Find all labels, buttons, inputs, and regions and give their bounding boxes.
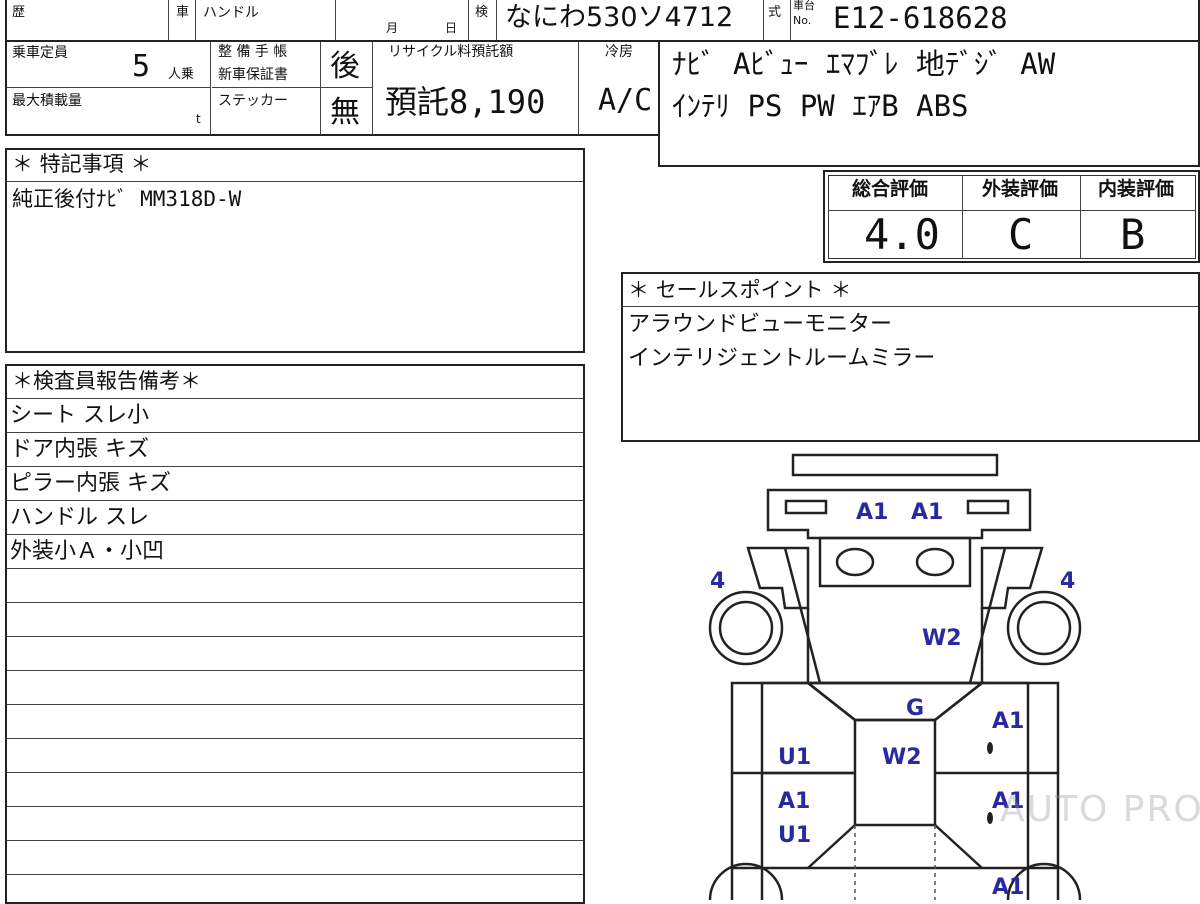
special-notes-line: 純正後付ﾅﾋﾞ MM318D-W bbox=[12, 187, 242, 211]
mark-front-bumper-right: A1 bbox=[911, 500, 943, 525]
max-load-label: 最大積載量 bbox=[12, 93, 82, 109]
report-row: ドア内張 キズ bbox=[10, 437, 149, 462]
maintenance-label-2: 新車保証書 bbox=[218, 67, 288, 83]
equipment-line-1: ﾅﾋﾞ Aﾋﾞｭｰ ｴﾏﾌﾞﾚ 地ﾃﾞｼﾞ AW bbox=[672, 47, 1056, 81]
equipment-line-2: ｲﾝﾃﾘ PS PW ｴｱB ABS bbox=[672, 89, 969, 123]
report-rule-line bbox=[7, 704, 583, 705]
interior-value: B bbox=[1120, 210, 1146, 259]
plate-number: なにわ530ソ4712 bbox=[505, 2, 734, 33]
report-rule-line bbox=[7, 806, 583, 807]
report-rule-line bbox=[7, 534, 583, 535]
mark-right-rear-fender: A1 bbox=[992, 875, 1024, 900]
report-rule-line bbox=[7, 466, 583, 467]
month-label: 月 bbox=[386, 21, 399, 35]
car-label: 車 bbox=[176, 5, 190, 20]
report-rule-line bbox=[7, 670, 583, 671]
report-rule-line bbox=[7, 840, 583, 841]
chassis-label-no: No. bbox=[793, 14, 812, 27]
sticker-value: 無 bbox=[330, 95, 360, 130]
watermark: AUTO PRO bbox=[1000, 789, 1200, 830]
cooler-value: A/C bbox=[598, 83, 653, 118]
report-rule-line bbox=[7, 500, 583, 501]
mark-hood: G bbox=[906, 696, 924, 721]
report-row: シート スレ小 bbox=[10, 403, 149, 428]
history-label: 歴 bbox=[12, 5, 26, 20]
maintenance-label-1: 整 備 手 帳 bbox=[218, 44, 288, 60]
mark-left-front-door: U1 bbox=[778, 745, 811, 770]
report-rule-line bbox=[7, 602, 583, 603]
mark-left-rear-door-2: U1 bbox=[778, 823, 811, 848]
mark-front-left-wheel: 4 bbox=[710, 569, 725, 594]
report-row: ピラー内張 キズ bbox=[10, 471, 171, 496]
chassis-label-top: 車台 bbox=[793, 0, 815, 12]
recycle-label: リサイクル料預託額 bbox=[388, 44, 514, 60]
mark-roof-glass: W2 bbox=[882, 745, 922, 770]
sales-point-2: インテリジェントルームミラー bbox=[628, 346, 936, 371]
report-rule-line bbox=[7, 568, 583, 569]
maintenance-value: 後 bbox=[330, 49, 360, 84]
sticker-label: ステッカー bbox=[218, 93, 288, 109]
special-notes-box bbox=[5, 148, 585, 353]
capacity-value: 5 bbox=[132, 49, 151, 84]
handle-label: ハンドル bbox=[203, 5, 259, 21]
inspector-report-title: ＊検査員報告備考＊ bbox=[12, 369, 201, 393]
car-damage-diagram: A1 A1 4 4 W2 G W2 A1 U1 A1 U1 A1 A1 bbox=[708, 453, 1082, 900]
special-notes-title: ＊ 特記事項 ＊ bbox=[12, 152, 152, 176]
day-label: 日 bbox=[445, 21, 458, 35]
inspection-label: 検 bbox=[475, 5, 489, 20]
overall-value: 4.0 bbox=[864, 210, 940, 259]
max-load-unit: t bbox=[196, 112, 201, 126]
interior-label: 内装評価 bbox=[1098, 178, 1175, 200]
mark-front-bumper-left: A1 bbox=[856, 500, 888, 525]
report-rule-line bbox=[7, 772, 583, 773]
mark-right-front-door: A1 bbox=[992, 709, 1024, 734]
sales-point-1: アラウンドビューモニター bbox=[628, 312, 893, 337]
report-rule-line bbox=[7, 738, 583, 739]
capacity-unit: 人乗 bbox=[168, 67, 195, 82]
report-rule-line bbox=[7, 398, 583, 399]
mark-windshield: W2 bbox=[922, 626, 962, 651]
recycle-value: 預託8,190 bbox=[385, 83, 546, 121]
cooler-label: 冷房 bbox=[605, 44, 633, 60]
report-rule-line bbox=[7, 874, 583, 875]
mark-left-rear-door-1: A1 bbox=[778, 789, 810, 814]
report-rule-line bbox=[7, 636, 583, 637]
exterior-value: C bbox=[1008, 210, 1034, 259]
report-row: 外装小Ａ・小凹 bbox=[10, 539, 165, 564]
overall-label: 総合評価 bbox=[852, 178, 929, 200]
capacity-label: 乗車定員 bbox=[12, 45, 68, 61]
mark-front-right-wheel: 4 bbox=[1060, 569, 1075, 594]
report-rule-line bbox=[7, 432, 583, 433]
exterior-label: 外装評価 bbox=[982, 178, 1059, 200]
report-row: ハンドル スレ bbox=[10, 505, 149, 530]
type-label: 式 bbox=[768, 5, 782, 20]
sales-points-title: ＊ セールスポイント ＊ bbox=[628, 278, 852, 302]
chassis-number: E12-618628 bbox=[833, 1, 1008, 35]
